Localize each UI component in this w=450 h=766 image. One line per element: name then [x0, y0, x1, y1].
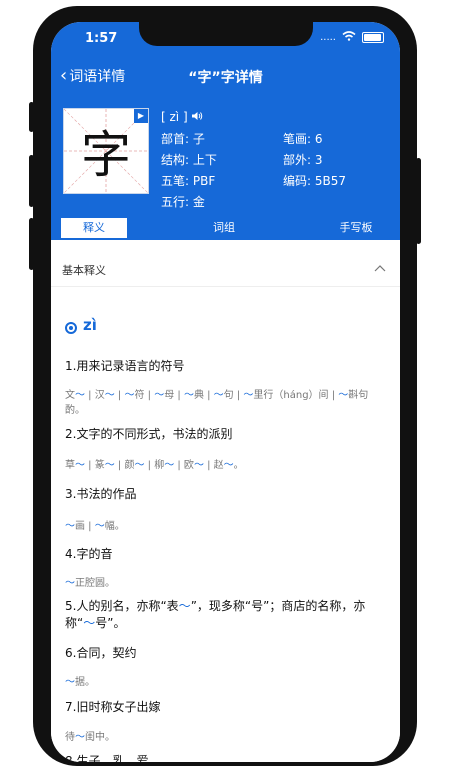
character-glyph: 字 — [81, 126, 131, 184]
wifi-icon — [342, 30, 356, 44]
collapse-chevron-icon[interactable] — [374, 262, 386, 275]
wubi-info: 五笔: PBF — [161, 174, 216, 188]
reading-radio-icon[interactable] — [65, 322, 77, 334]
notch — [139, 22, 313, 46]
outside-strokes-info: 部外: 3 — [283, 153, 323, 167]
tab-definition[interactable]: 释义 — [61, 218, 127, 238]
signal-icon: ..... — [320, 31, 336, 43]
strokes-info: 笔画: 6 — [283, 132, 323, 146]
header: 1:57 ..... ‹ 词语详情 “字”字详情 字 ▶ [ zì ] 部首: … — [51, 22, 400, 240]
pinyin-row: [ zì ] — [161, 110, 203, 124]
definition-6: 6.合同，契约 — [65, 646, 137, 660]
definition-4: 4.字的音 — [65, 547, 113, 561]
unicode-info: 编码: 5B57 — [283, 174, 346, 188]
pinyin-text: [ zì ] — [161, 110, 188, 124]
phone-screen: 1:57 ..... ‹ 词语详情 “字”字详情 字 ▶ [ zì ] 部首: … — [51, 22, 400, 762]
example-6: ～据。 — [65, 677, 95, 688]
radical-info: 部首: 子 — [161, 132, 205, 146]
tab-phrases[interactable]: 词组 — [191, 218, 257, 238]
tab-handwriting[interactable]: 手写板 — [323, 218, 389, 238]
example-4: ～正腔圆。 — [65, 578, 115, 589]
tab-bar: 释义 词组 手写板 — [51, 218, 400, 240]
definition-5: 5.人的别名，亦称“表～”，现多称“号”；商店的名称，亦称“～号”。 — [65, 599, 366, 630]
definition-8: 8.生子，乳，爱 — [65, 754, 149, 762]
battery-icon — [362, 31, 384, 43]
status-time: 1:57 — [85, 31, 118, 46]
definition-7: 7.旧时称女子出嫁 — [65, 700, 161, 714]
example-3: ～画 | ～幅。 — [65, 521, 125, 532]
example-2: 草～ | 篆～ | 颜～ | 柳～ | 欧～ | 赵～。 — [65, 460, 244, 471]
definition-1: 1.用来记录语言的符号 — [65, 359, 185, 373]
speaker-icon[interactable] — [191, 110, 203, 124]
play-stroke-button[interactable]: ▶ — [134, 109, 148, 123]
status-icons: ..... — [320, 30, 384, 44]
divider — [51, 286, 400, 287]
page-title: “字”字详情 — [188, 70, 263, 86]
definition-panel: 基本释义 zì 1.用来记录语言的符号 文～ | 汉～ | ～符 | ～母 | … — [51, 240, 400, 762]
example-7: 待～闺中。 — [65, 732, 115, 743]
example-1: 文～ | 汉～ | ～符 | ～母 | ～典 | ～句 | ～里行（háng）间… — [65, 390, 369, 416]
structure-info: 结构: 上下 — [161, 153, 217, 167]
character-card[interactable]: 字 ▶ — [63, 108, 149, 194]
reading-pinyin: zì — [83, 316, 97, 334]
section-title: 基本释义 — [62, 264, 106, 277]
five-elements-info: 五行: 金 — [161, 195, 205, 209]
definition-2: 2.文字的不同形式，书法的派别 — [65, 427, 233, 441]
definition-3: 3.书法的作品 — [65, 487, 137, 501]
